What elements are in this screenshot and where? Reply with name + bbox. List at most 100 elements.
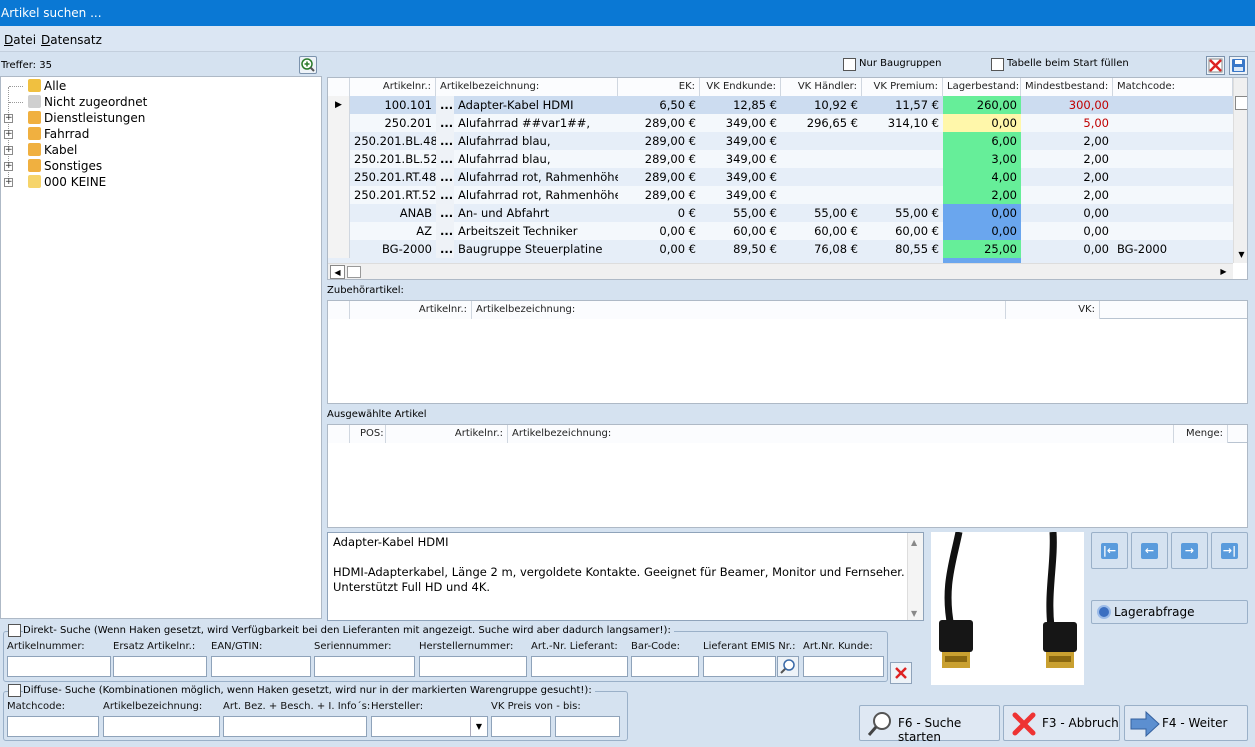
- article-table[interactable]: Artikelnr.: Artikelbezeichnung: EK: VK Endk…: [327, 77, 1248, 280]
- abort-button[interactable]: F3 - Abbruch: [1003, 705, 1120, 741]
- direct-field-input-4[interactable]: [419, 656, 527, 677]
- direct-field-input-0[interactable]: [7, 656, 111, 677]
- first-record-button[interactable]: |←: [1091, 532, 1128, 569]
- sel-col-qty[interactable]: Menge:: [1174, 425, 1228, 443]
- diffuse-field-input-0[interactable]: [7, 716, 99, 737]
- col-header-name[interactable]: Artikelbezeichnung:: [436, 78, 618, 96]
- direct-field-input-6[interactable]: [631, 656, 699, 677]
- tree-node-6[interactable]: +000 KEINE: [1, 174, 301, 190]
- table-row[interactable]: BG-2000... Baugruppe Steuerplatine 0,00 € 8…: [328, 240, 1233, 258]
- direct-search-checkbox[interactable]: [8, 624, 21, 637]
- col-header-vk_end[interactable]: VK Endkunde:: [700, 78, 781, 96]
- sel-col-name[interactable]: Artikelbezeichnung:: [508, 425, 1174, 443]
- sel-col-pos[interactable]: POS:: [350, 425, 386, 443]
- diffuse-field-input-2[interactable]: [223, 716, 367, 737]
- row-selector[interactable]: [328, 186, 350, 204]
- scroll-left-icon[interactable]: ◀: [330, 265, 345, 279]
- fill-on-start-checkbox[interactable]: [991, 58, 1004, 71]
- direct-field-input-2[interactable]: [211, 656, 311, 677]
- row-details-button[interactable]: ...: [436, 240, 454, 258]
- row-selector[interactable]: [328, 204, 350, 222]
- tree-node-0[interactable]: Alle: [1, 78, 301, 94]
- row-selector[interactable]: [328, 150, 350, 168]
- direct-field-input-1[interactable]: [113, 656, 207, 677]
- col-header-lager[interactable]: Lagerbestand:: [943, 78, 1021, 96]
- description-scrollbar[interactable]: ▲ ▼: [907, 533, 923, 620]
- col-header-nr[interactable]: Artikelnr.:: [350, 78, 436, 96]
- tree-node-1[interactable]: Nicht zugeordnet: [1, 94, 301, 110]
- direct-field-input-7[interactable]: [703, 656, 776, 677]
- tree-node-5[interactable]: + Sonstiges: [1, 158, 301, 174]
- vertical-scrollbar[interactable]: ▼: [1233, 78, 1247, 263]
- prev-record-button[interactable]: ←: [1131, 532, 1168, 569]
- table-row[interactable]: 250.201.BL.52... Alufahrrad blau, 289,00 €…: [328, 150, 1233, 168]
- last-record-button[interactable]: →|: [1211, 532, 1248, 569]
- clear-search-icon[interactable]: [890, 662, 912, 684]
- row-selector[interactable]: [328, 240, 350, 258]
- horizontal-scrollbar[interactable]: ◀ ▶: [328, 263, 1233, 279]
- save-layout-icon[interactable]: [1229, 56, 1248, 75]
- tree-node-4[interactable]: + Kabel: [1, 142, 301, 158]
- expand-icon[interactable]: +: [4, 162, 13, 171]
- table-row[interactable]: AZ... Arbeitszeit Techniker 0,00 € 60,00 € 6…: [328, 222, 1233, 240]
- row-selector[interactable]: ▶: [328, 96, 350, 114]
- expand-icon[interactable]: +: [4, 130, 13, 139]
- menu-datei[interactable]: Datei: [4, 33, 36, 47]
- acc-col-nr[interactable]: Artikelnr.:: [350, 301, 472, 319]
- next-button[interactable]: F4 - Weiter: [1124, 705, 1248, 741]
- search-supplier-icon[interactable]: [777, 656, 799, 677]
- row-details-button[interactable]: ...: [436, 168, 454, 186]
- row-details-button[interactable]: ...: [436, 114, 454, 132]
- direct-field-input-5[interactable]: [531, 656, 628, 677]
- col-header-min[interactable]: Mindestbestand:: [1021, 78, 1113, 96]
- row-selector[interactable]: [328, 132, 350, 150]
- row-details-button[interactable]: ...: [436, 96, 454, 114]
- table-row[interactable]: 250.201.BL.48... Alufahrrad blau, 289,00 €…: [328, 132, 1233, 150]
- reset-columns-icon[interactable]: [1206, 56, 1225, 75]
- diffuse-price-to-input[interactable]: [555, 716, 620, 737]
- scroll-down-icon[interactable]: ▼: [1235, 247, 1247, 262]
- row-details-button[interactable]: ...: [436, 132, 454, 150]
- stock-query-button[interactable]: Lagerabfrage: [1091, 600, 1248, 624]
- category-tree[interactable]: Alle Nicht zugeordnet + Dienstleistungen + Fa…: [0, 76, 322, 619]
- expand-icon[interactable]: +: [4, 114, 13, 123]
- diffuse-field-input-1[interactable]: [103, 716, 220, 737]
- diffuse-search-checkbox[interactable]: [8, 684, 21, 697]
- next-record-button[interactable]: →: [1171, 532, 1208, 569]
- table-row[interactable]: 250.201.RT.48... Alufahrrad rot, Rahmenhö…: [328, 168, 1233, 186]
- row-selector[interactable]: [328, 222, 350, 240]
- direct-field-input-3[interactable]: [314, 656, 415, 677]
- diffuse-field-input-4[interactable]: [491, 716, 551, 737]
- table-row[interactable]: 250.201.RT.52... Alufahrrad rot, Rahmenhö…: [328, 186, 1233, 204]
- zoom-in-icon[interactable]: [299, 56, 317, 74]
- description-box[interactable]: Adapter-Kabel HDMI HDMI-Adapterkabel, Lä…: [327, 532, 924, 621]
- col-header-match[interactable]: Matchcode:: [1113, 78, 1233, 96]
- acc-col-name[interactable]: Artikelbezeichnung:: [472, 301, 1006, 319]
- acc-col-vk[interactable]: VK:: [1006, 301, 1100, 319]
- row-details-button[interactable]: ...: [436, 204, 454, 222]
- col-header-ek[interactable]: EK:: [618, 78, 700, 96]
- expand-icon[interactable]: +: [4, 146, 13, 155]
- col-header-vk_p[interactable]: VK Premium:: [862, 78, 943, 96]
- selected-items-table[interactable]: POS: Artikelnr.: Artikelbezeichnung: Men…: [327, 424, 1248, 528]
- scroll-right-icon[interactable]: ▶: [1216, 265, 1231, 279]
- tree-node-3[interactable]: + Fahrrad: [1, 126, 301, 142]
- search-start-button[interactable]: F6 - Suche starten: [859, 705, 1000, 744]
- table-row[interactable]: ANAB... An- und Abfahrt 0 € 55,00 € 55,00 € 5…: [328, 204, 1233, 222]
- accessory-table[interactable]: Artikelnr.: Artikelbezeichnung: VK:: [327, 300, 1248, 404]
- table-row[interactable]: 250.201... Alufahrrad ##var1##, 289,00 € 34…: [328, 114, 1233, 132]
- row-details-button[interactable]: ...: [436, 222, 454, 240]
- row-selector[interactable]: [328, 114, 350, 132]
- table-row[interactable]: ▶ 100.101... Adapter-Kabel HDMI 6,50 € 12,85…: [328, 96, 1233, 115]
- row-selector[interactable]: [328, 168, 350, 186]
- tree-node-2[interactable]: + Dienstleistungen: [1, 110, 301, 126]
- row-details-button[interactable]: ...: [436, 150, 454, 168]
- only-groups-checkbox[interactable]: [843, 58, 856, 71]
- row-details-button[interactable]: ...: [436, 186, 454, 204]
- manufacturer-dropdown-icon[interactable]: ▼: [470, 717, 487, 736]
- menu-datensatz[interactable]: Datensatz: [41, 33, 102, 47]
- col-header-vk_h[interactable]: VK Händler:: [781, 78, 862, 96]
- expand-icon[interactable]: +: [4, 178, 13, 187]
- sel-col-nr[interactable]: Artikelnr.:: [386, 425, 508, 443]
- direct-field-input-8[interactable]: [803, 656, 884, 677]
